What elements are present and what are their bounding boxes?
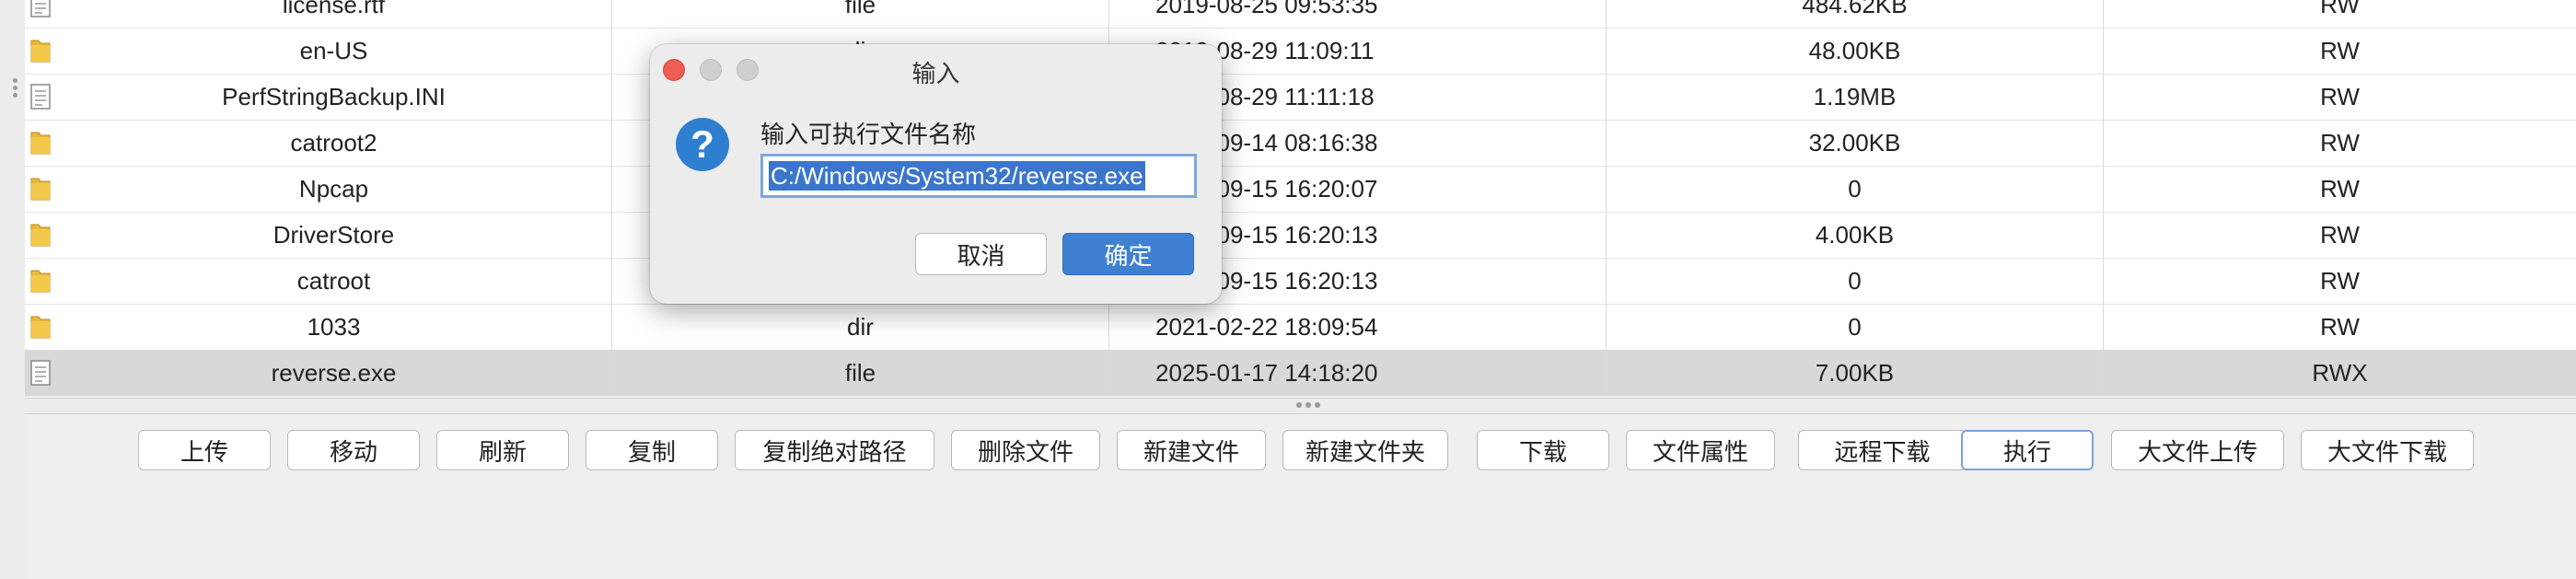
dialog-titlebar[interactable]: 输入: [650, 44, 1222, 92]
ok-button[interactable]: 确定: [1062, 233, 1194, 275]
table-row[interactable]: Npcapdir2019-09-15 16:20:070RW: [25, 166, 2576, 213]
permission-cell: RW: [2320, 128, 2360, 156]
file-table: license.rtf file 2019-08-25 09:53:35 484.62…: [25, 0, 2576, 399]
file-size-cell: 7.00KB: [1607, 350, 2104, 396]
permission-cell: RW: [2320, 220, 2360, 249]
modified-time-cell: 2021-02-22 18:09:54: [1109, 304, 1607, 350]
file-icon: [25, 350, 56, 396]
dialog-title: 输入: [911, 60, 960, 87]
file-name-cell: catroot2: [56, 120, 612, 166]
file-name-cell: 1033: [56, 304, 612, 350]
file-size-cell: 1.19MB: [1607, 74, 2104, 120]
file-icon: [25, 74, 56, 120]
file-size-cell: 0: [1607, 304, 2104, 350]
file-name-cell: DriverStore: [56, 212, 612, 258]
new-file-button[interactable]: 新建文件: [1117, 430, 1266, 470]
file-name-cell: license.rtf: [56, 0, 612, 28]
file-size-cell: 48.00KB: [1607, 28, 2104, 74]
table-row[interactable]: DriverStoredir2019-09-15 16:20:134.00KBR…: [25, 212, 2576, 259]
dialog-prompt: 输入可执行文件名称: [760, 121, 977, 148]
question-icon: ?: [676, 118, 729, 171]
folder-icon: [25, 166, 56, 212]
table-row[interactable]: license.rtf file 2019-08-25 09:53:35 484.62…: [25, 0, 2576, 29]
download-button[interactable]: 下载: [1477, 430, 1609, 470]
file-type-cell: file: [612, 0, 1109, 28]
modified-time-cell: 2019-08-25 09:53:35: [1109, 0, 1607, 28]
file-icon: [25, 0, 56, 28]
permission-cell: RW: [2320, 312, 2360, 341]
file-size-cell: 0: [1607, 258, 2104, 304]
table-row[interactable]: en-USdir2019-08-29 11:09:1148.00KBRW: [25, 28, 2576, 75]
upload-button[interactable]: 上传: [138, 430, 271, 470]
file-properties-button[interactable]: 文件属性: [1626, 430, 1775, 470]
execute-button[interactable]: 执行: [1961, 430, 2094, 470]
file-name-cell: reverse.exe: [56, 350, 612, 396]
permission-cell: RW: [2320, 266, 2360, 295]
permission-cell: RW: [2320, 0, 2360, 18]
refresh-button[interactable]: 刷新: [436, 430, 569, 470]
folder-icon: [25, 28, 56, 74]
folder-icon: [25, 212, 56, 258]
table-row[interactable]: reverse.exe file 2025-01-17 14:18:20 7.00KB…: [25, 350, 2576, 397]
folder-icon: [25, 120, 56, 166]
cancel-button[interactable]: 取消: [915, 233, 1047, 275]
table-row[interactable]: PerfStringBackup.INIfile2019-08-29 11:11…: [25, 74, 2576, 121]
remote-download-button[interactable]: 远程下载: [1798, 430, 1967, 470]
file-size-cell: 484.62KB: [1607, 0, 2104, 28]
executable-name-input[interactable]: C:/Windows/System32/reverse.exe: [760, 154, 1197, 198]
copy-absolute-path-button[interactable]: 复制绝对路径: [735, 430, 934, 470]
permission-cell: RWX: [2312, 358, 2368, 387]
folder-icon: [25, 258, 56, 304]
folder-icon: [25, 304, 56, 350]
file-name-cell: en-US: [56, 28, 612, 74]
move-button[interactable]: 移动: [287, 430, 420, 470]
file-size-cell: 32.00KB: [1607, 120, 2104, 166]
large-file-download-button[interactable]: 大文件下载: [2301, 430, 2474, 470]
file-type-cell: file: [612, 350, 1109, 396]
table-row[interactable]: catrootdir2019-09-15 16:20:130RW: [25, 258, 2576, 305]
file-name-cell: Npcap: [56, 166, 612, 212]
table-row[interactable]: 1033 dir 2021-02-22 18:09:54 0 RW: [25, 304, 2576, 351]
permission-cell: RW: [2320, 174, 2360, 203]
permission-cell: RW: [2320, 36, 2360, 64]
vertical-splitter-handle[interactable]: [13, 75, 18, 103]
file-name-cell: catroot: [56, 258, 612, 304]
permission-cell: RW: [2320, 82, 2360, 110]
copy-button[interactable]: 复制: [586, 430, 718, 470]
file-name-cell: PerfStringBackup.INI: [56, 74, 612, 120]
table-row[interactable]: catroot2dir2019-09-14 08:16:3832.00KBRW: [25, 120, 2576, 167]
modified-time-cell: 2025-01-17 14:18:20: [1109, 350, 1607, 396]
file-size-cell: 0: [1607, 166, 2104, 212]
file-type-cell: dir: [612, 304, 1109, 350]
input-dialog: 输入 ? 输入可执行文件名称 C:/Windows/System32/rever…: [650, 44, 1222, 304]
new-folder-button[interactable]: 新建文件夹: [1282, 430, 1448, 470]
input-selected-text: C:/Windows/System32/reverse.exe: [769, 161, 1145, 191]
horizontal-splitter-handle[interactable]: [1296, 402, 1324, 408]
file-size-cell: 4.00KB: [1607, 212, 2104, 258]
delete-file-button[interactable]: 删除文件: [951, 430, 1100, 470]
large-file-upload-button[interactable]: 大文件上传: [2111, 430, 2284, 470]
action-toolbar: 上传 移动 刷新 复制 复制绝对路径 删除文件 新建文件 新建文件夹 下载 文件…: [25, 413, 2576, 579]
